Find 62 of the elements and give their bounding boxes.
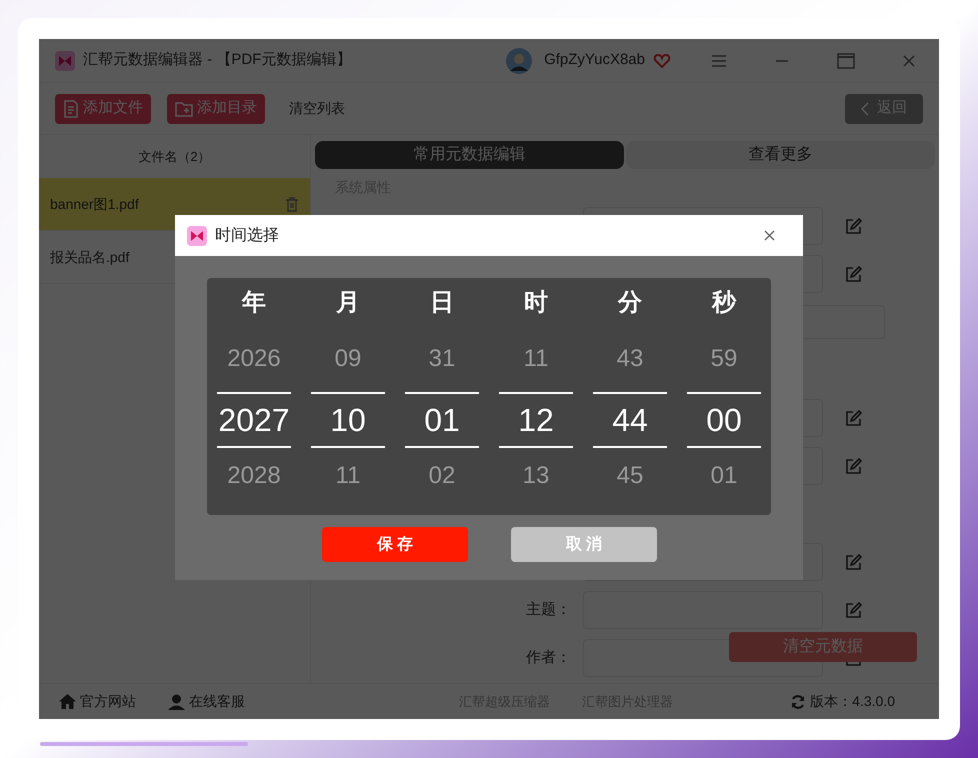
column-header: 月 — [336, 288, 360, 318]
picker-option[interactable]: 2028 — [227, 448, 281, 504]
refresh-icon — [790, 694, 806, 710]
version-label: 版本：4.3.0.0 — [810, 692, 895, 711]
picker-option[interactable]: 09 — [334, 326, 362, 392]
maximize-icon[interactable] — [837, 52, 855, 68]
close-icon[interactable] — [764, 230, 775, 241]
picker-option[interactable]: 43 — [616, 326, 644, 392]
picker-option[interactable]: 11 — [524, 326, 548, 392]
file-name: 报关品名.pdf — [50, 248, 130, 267]
picker-option[interactable]: 45 — [616, 448, 644, 504]
edit-icon[interactable] — [845, 458, 862, 474]
picker-option[interactable]: 31 — [428, 326, 456, 392]
website-link[interactable]: 官方网站 — [59, 691, 136, 712]
heart-icon[interactable] — [653, 52, 671, 70]
add-folder-button[interactable]: 添加目录 — [167, 94, 265, 124]
logo-icon — [187, 226, 207, 246]
tab[interactable]: 常用元数据编辑 — [315, 141, 624, 169]
save-button[interactable]: 保 存 — [322, 527, 468, 562]
picker-value[interactable]: 01 — [405, 392, 479, 448]
edit-icon[interactable] — [845, 554, 862, 570]
window-title: 汇帮元数据编辑器 - 【PDF元数据编辑】 — [83, 50, 352, 70]
username: GfpZyYucX8ab — [544, 50, 645, 70]
picker-option[interactable]: 13 — [522, 448, 550, 504]
file-icon — [63, 100, 79, 118]
person-icon — [168, 694, 185, 710]
field-label: 作者： — [526, 648, 571, 666]
logo-icon — [55, 50, 75, 70]
close-icon[interactable] — [903, 54, 915, 66]
add-file-button[interactable]: 添加文件 — [55, 94, 151, 124]
clear-list-link[interactable]: 清空列表 — [289, 98, 345, 119]
folder-plus-icon — [175, 100, 193, 116]
picker-option[interactable]: 01 — [710, 448, 738, 504]
tab[interactable]: 查看更多 — [626, 141, 935, 169]
picker-option[interactable]: 2026 — [227, 326, 281, 392]
column-header: 时 — [524, 288, 548, 318]
picker-option[interactable]: 02 — [428, 448, 456, 504]
file-name: banner图1.pdf — [50, 194, 140, 214]
picker-value[interactable]: 12 — [499, 392, 573, 448]
cancel-button[interactable]: 取 消 — [511, 527, 657, 562]
picker-value[interactable]: 2027 — [217, 392, 291, 448]
column-header: 日 — [430, 288, 454, 318]
trash-icon[interactable] — [285, 196, 299, 212]
edit-icon[interactable] — [845, 602, 862, 618]
edit-icon[interactable] — [845, 218, 862, 234]
edit-icon[interactable] — [845, 410, 862, 426]
picker-value[interactable]: 10 — [311, 392, 385, 448]
avatar-icon — [506, 48, 532, 74]
field-label: 主题： — [526, 600, 571, 618]
column-header: 分 — [618, 288, 642, 318]
column-header: 文件名（2） — [137, 148, 212, 166]
chevron-left-icon — [861, 102, 869, 116]
picker-value[interactable]: 00 — [687, 392, 761, 448]
edit-icon[interactable] — [845, 266, 862, 282]
picker-option[interactable]: 11 — [336, 448, 360, 504]
column-header: 秒 — [712, 288, 736, 318]
support-link[interactable]: 在线客服 — [168, 691, 245, 712]
picker-option[interactable]: 59 — [710, 326, 738, 392]
menu-icon[interactable] — [711, 54, 727, 68]
home-icon — [59, 694, 76, 709]
picker-value[interactable]: 44 — [593, 392, 667, 448]
column-header: 年 — [242, 288, 266, 318]
